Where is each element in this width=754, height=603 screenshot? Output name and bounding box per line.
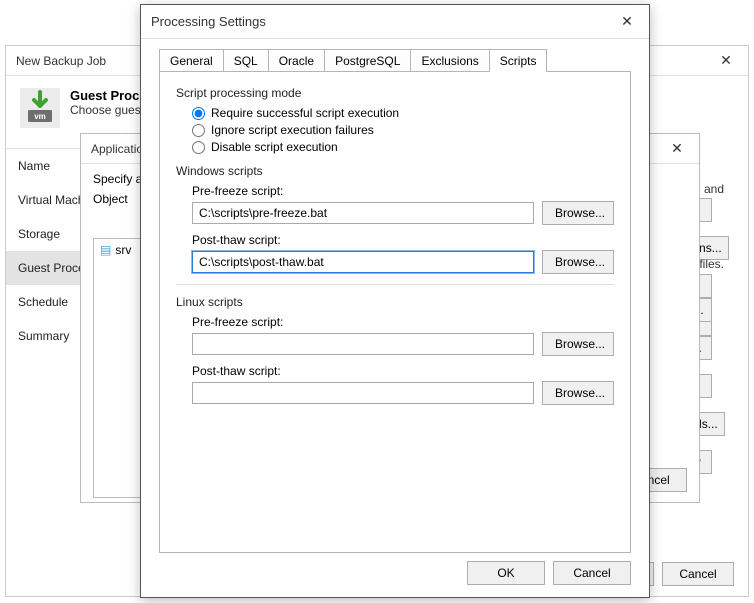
svg-text:vm: vm (34, 112, 46, 121)
tab-postgresql[interactable]: PostgreSQL (324, 49, 411, 72)
close-icon[interactable]: ✕ (665, 140, 689, 157)
radio-label: Require successful script execution (211, 106, 399, 120)
ok-button[interactable]: OK (467, 561, 545, 585)
win-pre-label: Pre-freeze script: (192, 184, 614, 198)
win-pre-freeze-input[interactable] (192, 202, 534, 224)
column-header: Object (93, 192, 143, 206)
window-title: Processing Settings (151, 14, 615, 29)
vm-icon: ▤ (100, 243, 111, 257)
lin-pre-label: Pre-freeze script: (192, 315, 614, 329)
tab-scripts[interactable]: Scripts (489, 49, 548, 72)
browse-button[interactable]: Browse... (542, 381, 614, 405)
processing-settings-window: Processing Settings ✕ General SQL Oracle… (140, 4, 650, 598)
bg-cancel-button[interactable]: Cancel (662, 562, 734, 586)
radio-input[interactable] (192, 124, 205, 137)
tab-oracle[interactable]: Oracle (268, 49, 325, 72)
win-post-label: Post-thaw script: (192, 233, 614, 247)
win-post-thaw-input[interactable] (192, 251, 534, 273)
mode-disable[interactable]: Disable script execution (192, 140, 614, 154)
radio-label: Disable script execution (211, 140, 338, 154)
tab-sql[interactable]: SQL (223, 49, 269, 72)
vm-download-icon: vm (20, 88, 60, 128)
linux-scripts-label: Linux scripts (176, 295, 614, 309)
separator (176, 284, 614, 285)
scripts-panel: Script processing mode Require successfu… (159, 71, 631, 553)
lin-post-thaw-input[interactable] (192, 382, 534, 404)
lin-post-label: Post-thaw script: (192, 364, 614, 378)
radio-label: Ignore script execution failures (211, 123, 374, 137)
mode-group-label: Script processing mode (176, 86, 614, 100)
radio-input[interactable] (192, 107, 205, 120)
tab-exclusions[interactable]: Exclusions (410, 49, 489, 72)
specify-label: Specify application-aware processing set… (93, 172, 143, 186)
titlebar: Processing Settings ✕ (141, 5, 649, 39)
close-icon[interactable]: ✕ (615, 13, 639, 30)
browse-button[interactable]: Browse... (542, 250, 614, 274)
close-icon[interactable]: ✕ (714, 52, 738, 69)
browse-button[interactable]: Browse... (542, 332, 614, 356)
mode-ignore-failures[interactable]: Ignore script execution failures (192, 123, 614, 137)
browse-button[interactable]: Browse... (542, 201, 614, 225)
list-item-label: srv (115, 243, 131, 257)
tab-general[interactable]: General (159, 49, 224, 72)
cancel-button[interactable]: Cancel (553, 561, 631, 585)
lin-pre-freeze-input[interactable] (192, 333, 534, 355)
radio-input[interactable] (192, 141, 205, 154)
tabs: General SQL Oracle PostgreSQL Exclusions… (141, 39, 649, 72)
windows-scripts-label: Windows scripts (176, 164, 614, 178)
mode-require-success[interactable]: Require successful script execution (192, 106, 614, 120)
